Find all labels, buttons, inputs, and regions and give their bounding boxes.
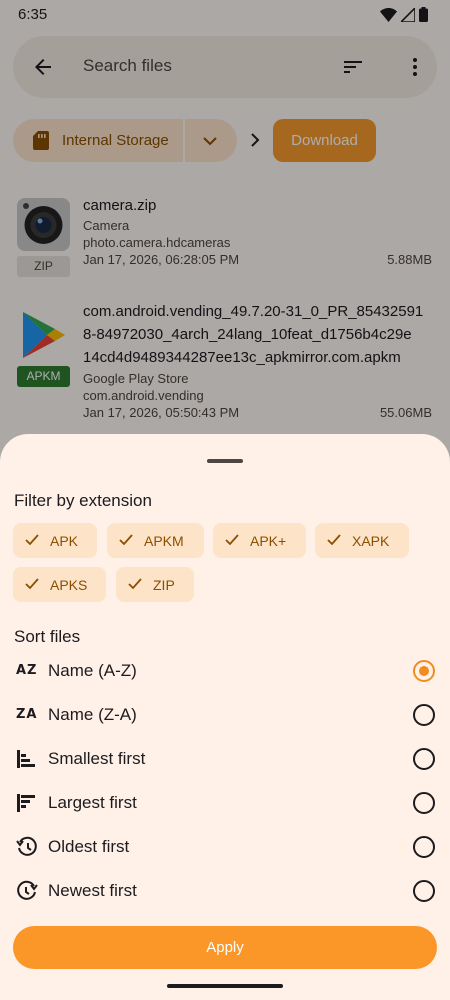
- clock-forward-icon: [17, 880, 38, 900]
- apply-button[interactable]: Apply: [13, 926, 437, 969]
- history-icon: [16, 836, 37, 856]
- check-icon: [25, 578, 39, 590]
- sort-option-smallest[interactable]: Smallest first: [0, 740, 450, 780]
- radio-button[interactable]: [413, 704, 435, 726]
- radio-button-selected[interactable]: [413, 660, 435, 682]
- filter-chip-xapk[interactable]: XAPK: [315, 523, 409, 558]
- file-browser-screen: 6:35 Search files Internal Storage Downl…: [0, 0, 450, 1000]
- sort-option-newest[interactable]: Newest first: [0, 872, 450, 912]
- filter-chip-apkm[interactable]: APKM: [107, 523, 204, 558]
- filter-chip-label: APKS: [50, 577, 88, 593]
- filter-chip-label: XAPK: [352, 533, 390, 549]
- sort-option-oldest[interactable]: Oldest first: [0, 828, 450, 868]
- filter-chip-apk-plus[interactable]: APK+: [213, 523, 306, 558]
- filter-chip-apk[interactable]: APK: [13, 523, 97, 558]
- filter-chip-label: APK: [50, 533, 79, 549]
- filter-chip-apks[interactable]: APKS: [13, 567, 106, 602]
- home-indicator[interactable]: [167, 984, 283, 988]
- sort-size-descending-icon: [17, 794, 35, 812]
- sort-option-label: Name (A-Z): [48, 661, 137, 680]
- check-icon: [225, 534, 239, 546]
- radio-button[interactable]: [413, 836, 435, 858]
- filter-chip-label: APKM: [144, 533, 184, 549]
- filter-chip-label: ZIP: [153, 577, 175, 593]
- filter-sort-bottom-sheet: Filter by extension APK APKM APK+ XAPK A…: [0, 434, 450, 1000]
- drag-handle[interactable]: [207, 459, 243, 463]
- filter-chip-label: APK+: [250, 533, 287, 549]
- check-icon: [119, 534, 133, 546]
- sort-az-icon: AZ: [16, 663, 38, 678]
- sort-option-label: Name (Z-A): [48, 705, 137, 724]
- sort-option-label: Newest first: [48, 881, 137, 900]
- sort-option-name-asc[interactable]: AZ Name (A-Z): [0, 652, 450, 692]
- filter-section-title: Filter by extension: [14, 491, 152, 510]
- filter-chip-zip[interactable]: ZIP: [116, 567, 194, 602]
- sort-section-title: Sort files: [14, 627, 81, 646]
- sort-option-label: Smallest first: [48, 749, 146, 768]
- check-icon: [327, 534, 341, 546]
- sort-option-label: Oldest first: [48, 837, 130, 856]
- radio-button[interactable]: [413, 792, 435, 814]
- check-icon: [25, 534, 39, 546]
- sort-size-ascending-icon: [17, 750, 35, 768]
- check-icon: [128, 578, 142, 590]
- sort-option-label: Largest first: [48, 793, 137, 812]
- sort-option-largest[interactable]: Largest first: [0, 784, 450, 824]
- radio-button[interactable]: [413, 748, 435, 770]
- radio-button[interactable]: [413, 880, 435, 902]
- sort-option-name-desc[interactable]: ZA Name (Z-A): [0, 696, 450, 736]
- sort-za-icon: ZA: [16, 707, 38, 722]
